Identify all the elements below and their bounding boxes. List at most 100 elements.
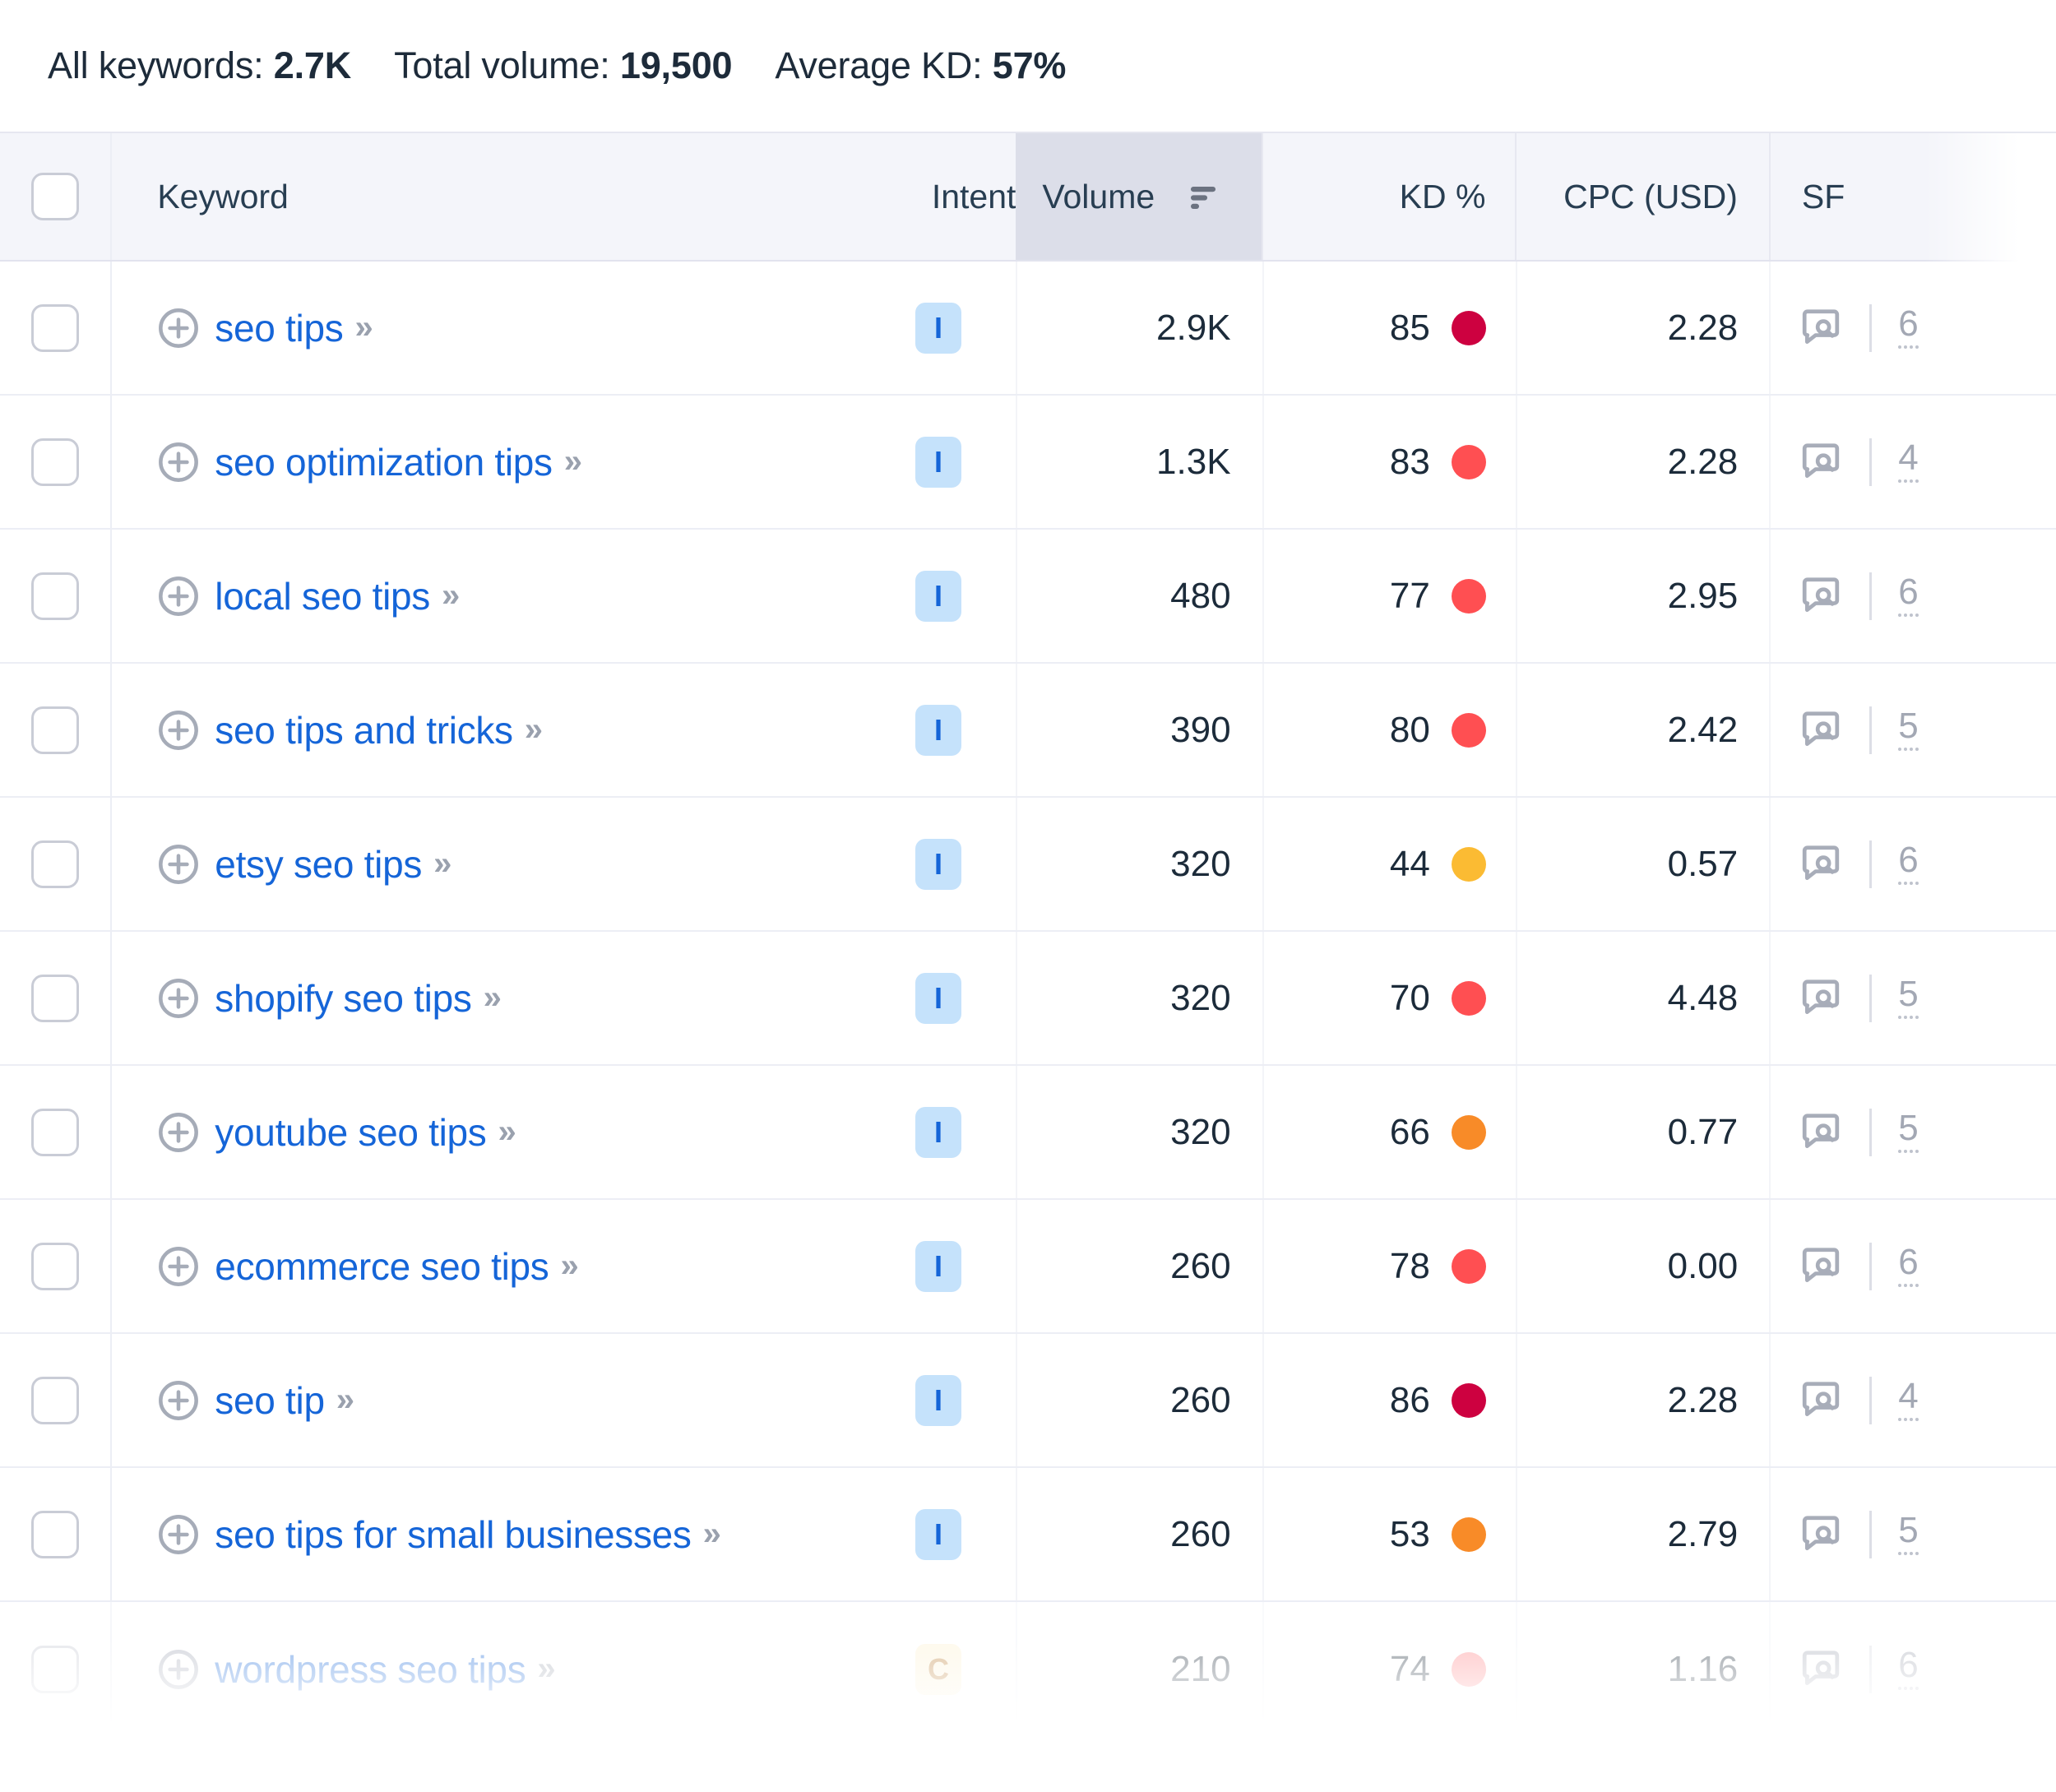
intent-badge[interactable]: I <box>915 1241 961 1292</box>
plus-circle-icon[interactable] <box>157 1648 215 1691</box>
sf-count[interactable]: 5 <box>1898 1111 1918 1154</box>
keyword-link[interactable]: seo tip <box>215 1378 324 1423</box>
row-select-checkbox[interactable] <box>31 975 79 1022</box>
column-header-kd[interactable]: KD % <box>1262 133 1515 260</box>
double-chevron-right-icon[interactable]: » <box>484 979 497 1016</box>
row-select-cell[interactable] <box>0 396 112 528</box>
row-select-cell[interactable] <box>0 664 112 796</box>
intent-cell[interactable]: I <box>861 1334 1016 1466</box>
table-row[interactable]: seo tips and tricks»I390802.425 <box>0 664 2056 798</box>
intent-cell[interactable]: I <box>861 798 1016 930</box>
intent-badge[interactable]: I <box>915 1509 961 1560</box>
plus-circle-icon[interactable] <box>157 843 215 886</box>
row-select-cell[interactable] <box>0 1200 112 1332</box>
serp-preview-icon[interactable] <box>1799 708 1843 752</box>
sort-descending-icon[interactable] <box>1183 177 1222 216</box>
serp-preview-icon[interactable] <box>1799 1244 1843 1289</box>
sf-count[interactable]: 6 <box>1898 307 1918 350</box>
intent-cell[interactable]: I <box>861 1468 1016 1600</box>
intent-badge[interactable]: I <box>915 1107 961 1158</box>
intent-cell[interactable]: I <box>861 396 1016 528</box>
plus-circle-icon[interactable] <box>157 977 215 1020</box>
serp-preview-icon[interactable] <box>1799 574 1843 618</box>
table-row[interactable]: seo tips for small businesses»I260532.79… <box>0 1468 2056 1602</box>
column-header-volume[interactable]: Volume <box>1016 133 1262 260</box>
select-all-cell[interactable] <box>0 133 112 260</box>
keyword-link[interactable]: local seo tips <box>215 574 430 618</box>
double-chevron-right-icon[interactable]: » <box>442 577 455 614</box>
keyword-link[interactable]: ecommerce seo tips <box>215 1244 549 1289</box>
intent-cell[interactable]: I <box>861 664 1016 796</box>
sf-count[interactable]: 4 <box>1898 1379 1918 1422</box>
table-row[interactable]: etsy seo tips»I320440.576 <box>0 798 2056 932</box>
table-row[interactable]: seo optimization tips»I1.3K832.284 <box>0 396 2056 530</box>
table-row[interactable]: ecommerce seo tips»I260780.006 <box>0 1200 2056 1334</box>
serp-preview-icon[interactable] <box>1799 976 1843 1021</box>
plus-circle-icon[interactable] <box>157 1513 215 1556</box>
table-row[interactable]: wordpress seo tips»C210741.166 <box>0 1602 2056 1736</box>
intent-cell[interactable]: I <box>861 530 1016 662</box>
sf-count[interactable]: 4 <box>1898 441 1918 484</box>
row-select-cell[interactable] <box>0 262 112 394</box>
table-row[interactable]: local seo tips»I480772.956 <box>0 530 2056 664</box>
row-select-cell[interactable] <box>0 1602 112 1736</box>
column-header-intent[interactable]: Intent <box>861 133 1016 260</box>
plus-circle-icon[interactable] <box>157 1379 215 1422</box>
double-chevron-right-icon[interactable]: » <box>354 309 368 346</box>
intent-cell[interactable]: I <box>861 1066 1016 1198</box>
double-chevron-right-icon[interactable]: » <box>561 1248 574 1285</box>
intent-badge[interactable]: C <box>915 1644 961 1695</box>
row-select-checkbox[interactable] <box>31 304 79 352</box>
plus-circle-icon[interactable] <box>157 1111 215 1154</box>
serp-preview-icon[interactable] <box>1799 306 1843 350</box>
row-select-checkbox[interactable] <box>31 1511 79 1558</box>
column-header-sf[interactable]: SF <box>1769 133 2056 260</box>
sf-count[interactable]: 5 <box>1898 1513 1918 1556</box>
double-chevron-right-icon[interactable]: » <box>433 845 447 882</box>
sf-count[interactable]: 6 <box>1898 1648 1918 1691</box>
intent-badge[interactable]: I <box>915 839 961 890</box>
keyword-link[interactable]: seo optimization tips <box>215 440 552 484</box>
double-chevron-right-icon[interactable]: » <box>537 1651 550 1688</box>
row-select-cell[interactable] <box>0 932 112 1064</box>
intent-badge[interactable]: I <box>915 973 961 1024</box>
row-select-cell[interactable] <box>0 1334 112 1466</box>
row-select-checkbox[interactable] <box>31 1646 79 1693</box>
intent-cell[interactable]: I <box>861 932 1016 1064</box>
double-chevron-right-icon[interactable]: » <box>336 1382 350 1419</box>
keyword-link[interactable]: shopify seo tips <box>215 976 471 1021</box>
table-row[interactable]: shopify seo tips»I320704.485 <box>0 932 2056 1066</box>
double-chevron-right-icon[interactable]: » <box>525 711 538 748</box>
row-select-cell[interactable] <box>0 1066 112 1198</box>
row-select-checkbox[interactable] <box>31 1109 79 1156</box>
sf-count[interactable]: 5 <box>1898 977 1918 1020</box>
keyword-link[interactable]: seo tips for small businesses <box>215 1512 691 1557</box>
intent-badge[interactable]: I <box>915 303 961 354</box>
plus-circle-icon[interactable] <box>157 1245 215 1288</box>
keyword-link[interactable]: etsy seo tips <box>215 842 422 887</box>
row-select-checkbox[interactable] <box>31 572 79 620</box>
serp-preview-icon[interactable] <box>1799 1512 1843 1557</box>
row-select-cell[interactable] <box>0 1468 112 1600</box>
keyword-link[interactable]: seo tips <box>215 306 343 350</box>
row-select-checkbox[interactable] <box>31 1377 79 1424</box>
serp-preview-icon[interactable] <box>1799 842 1843 887</box>
plus-circle-icon[interactable] <box>157 441 215 484</box>
column-header-keyword[interactable]: Keyword <box>112 133 861 260</box>
double-chevron-right-icon[interactable]: » <box>498 1114 512 1151</box>
table-row[interactable]: youtube seo tips»I320660.775 <box>0 1066 2056 1200</box>
intent-badge[interactable]: I <box>915 705 961 756</box>
serp-preview-icon[interactable] <box>1799 1110 1843 1155</box>
select-all-checkbox[interactable] <box>31 173 79 220</box>
intent-cell[interactable]: I <box>861 262 1016 394</box>
table-row[interactable]: seo tip»I260862.284 <box>0 1334 2056 1468</box>
row-select-checkbox[interactable] <box>31 1243 79 1290</box>
intent-badge[interactable]: I <box>915 437 961 488</box>
serp-preview-icon[interactable] <box>1799 1647 1843 1692</box>
row-select-checkbox[interactable] <box>31 706 79 754</box>
double-chevron-right-icon[interactable]: » <box>703 1516 716 1553</box>
row-select-checkbox[interactable] <box>31 438 79 486</box>
serp-preview-icon[interactable] <box>1799 1378 1843 1423</box>
sf-count[interactable]: 6 <box>1898 843 1918 886</box>
intent-cell[interactable]: C <box>861 1602 1016 1736</box>
